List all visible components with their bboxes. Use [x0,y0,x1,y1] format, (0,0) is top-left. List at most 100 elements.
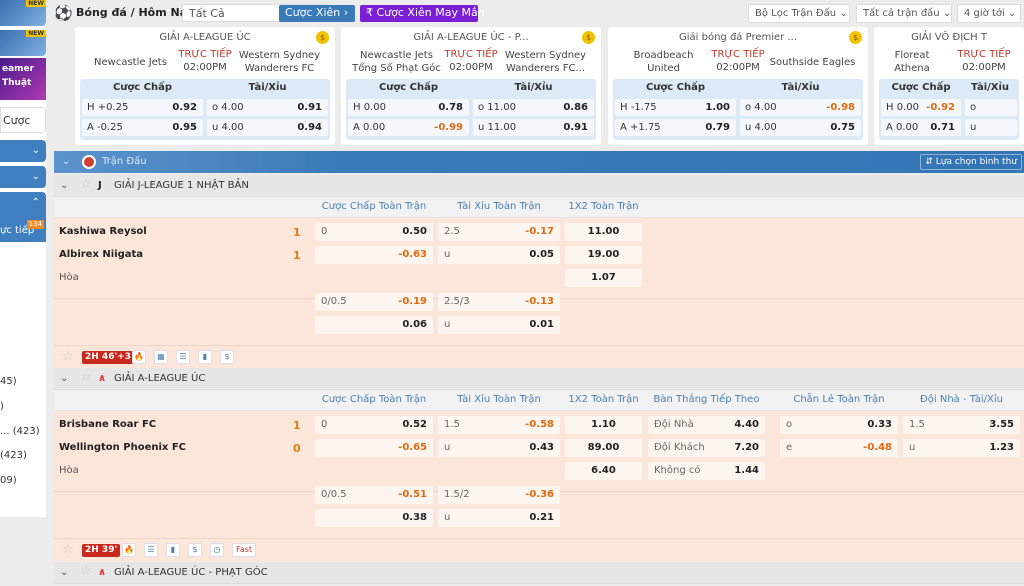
favorite-star-icon[interactable]: ☆ [62,349,74,364]
1x2-odds-cell[interactable]: 1.10 [565,416,642,434]
column-header: Cược Chấp Toàn Trận [321,394,427,405]
handicap-odds-cell[interactable]: H +0.25 0.92 [82,99,203,116]
chevron-down-icon[interactable]: ⌄ [60,368,68,390]
top-bar: ⚽ Bóng đá / Hôm Nay Tất Cả⌄ Cược Xiên › … [54,0,1024,26]
handicap-odds-cell[interactable]: H 0.00 0.78 [348,99,469,116]
all-matches-dropdown[interactable]: Tất cả trận đấu ⌄ [856,4,952,23]
chevron-down-icon[interactable]: ⌄ [62,151,70,173]
over-under-odds-cell[interactable]: 2.5 -0.17 [438,223,560,241]
field-view-icon[interactable]: ▦ [154,350,168,364]
sidebar-count[interactable]: 45) [0,376,17,387]
cashout-icon: $ [849,31,862,44]
sidebar-count[interactable]: ) [0,401,4,412]
over-under-odds-cell[interactable]: u [965,119,1017,136]
scoreboard-icon[interactable]: ☰ [176,350,190,364]
over-under-odds-cell[interactable]: u 0.21 [438,509,560,527]
handicap-odds-cell[interactable]: 0.06 [315,316,433,334]
handicap-odds-cell[interactable]: 0.38 [315,509,433,527]
over-under-odds-cell[interactable]: u 0.05 [438,246,560,264]
home-over-under-odds-cell[interactable]: 1.5 3.55 [903,416,1020,434]
league-header[interactable]: ⌄ ☆ ∧ GIẢI A-LEAGUE ÚC - PHẠT GÓC [54,562,1024,584]
promo-banner-1[interactable]: NEW [0,0,46,26]
handicap-odds-cell[interactable]: A 0.00 -0.99 [348,119,469,136]
favorite-star-icon[interactable]: ☆ [80,174,92,196]
stats-icon[interactable]: ▮ [166,543,180,557]
league-header[interactable]: ⌄ ☆ J GIẢI J-LEAGUE 1 NHẬT BẢN [54,175,1024,197]
sidebar-count[interactable]: (423) [0,450,27,461]
handicap-odds-cell[interactable]: 0 0.50 [315,223,433,241]
handicap-odds-cell[interactable]: A -0.25 0.95 [82,119,203,136]
featured-match-card[interactable]: Giải bóng đá Premier ... $ Broadbeach Un… [608,27,868,145]
favorite-star-icon[interactable]: ☆ [80,367,92,389]
sidebar-expand-2[interactable]: ⌄ [0,166,46,188]
over-under-odds-cell[interactable]: 2.5/3 -0.13 [438,293,560,311]
handicap-odds-cell[interactable]: H -1.75 1.00 [615,99,736,116]
stats-icon[interactable]: ▮ [198,350,212,364]
live-stream-icon[interactable]: 🔥 [132,350,146,364]
cashout-icon[interactable]: $ [188,543,202,557]
handicap-odds-cell[interactable]: 0/0.5 -0.51 [315,486,433,504]
over-under-odds-cell[interactable]: u 11.00 0.91 [473,119,594,136]
handicap-odds-cell[interactable]: -0.63 [315,246,433,264]
over-under-odds-cell[interactable]: o 4.00 -0.98 [740,99,861,116]
odd-even-odds-cell[interactable]: o 0.33 [780,416,898,434]
odd-even-odds-cell[interactable]: e -0.48 [780,439,898,457]
handicap-odds-cell[interactable]: 0 0.52 [315,416,433,434]
match-filter-dropdown[interactable]: Bộ Lọc Trận Đấu ⌄ [748,4,850,23]
fast-button[interactable]: Fast [232,543,256,557]
1x2-odds-cell[interactable]: 11.00 [565,223,642,241]
next-goal-odds-cell[interactable]: Đội Nhà 4.40 [648,416,765,434]
chevron-down-icon[interactable]: ⌄ [60,562,68,584]
sidebar-count[interactable]: 09) [0,475,17,486]
league-logo-icon: J [98,180,102,191]
home-over-under-odds-cell[interactable]: u 1.23 [903,439,1020,457]
streamer-banner[interactable]: eamer Thuật [0,58,46,100]
over-under-odds-cell[interactable]: o 4.00 0.91 [207,99,328,116]
promo-banner-2[interactable]: NEW [0,30,46,56]
sidebar-count[interactable]: ... (423) [0,426,40,437]
card-league: GIẢI A-LEAGUE ÚC [159,32,251,43]
history-icon[interactable]: ◷ [210,543,224,557]
sidebar-expand-1[interactable]: ⌄ [0,140,46,162]
parlay-button[interactable]: Cược Xiên › [279,5,355,22]
handicap-odds-cell[interactable]: A +1.75 0.79 [615,119,736,136]
next-goal-odds-cell[interactable]: Đội Khách 7.20 [648,439,765,457]
handicap-odds-cell[interactable]: 0/0.5 -0.19 [315,293,433,311]
handicap-odds-cell[interactable]: -0.65 [315,439,433,457]
chevron-down-icon[interactable]: ⌄ [60,175,68,197]
favorite-star-icon[interactable]: ☆ [80,561,92,583]
cashout-icon[interactable]: $ [220,350,234,364]
live-time-badge: 2H 46'+3 [82,351,135,364]
bet-search-box[interactable]: Cược [0,107,46,133]
match-time: 02:00PM [449,62,493,73]
draw-label: Hòa [59,465,79,476]
league-header[interactable]: ⌄ ☆ ∧ GIẢI A-LEAGUE ÚC [54,368,1024,390]
featured-match-card[interactable]: GIẢI A-LEAGUE ÚC $ Newcastle Jets TRỰC T… [75,27,335,145]
over-under-odds-cell[interactable]: u 0.01 [438,316,560,334]
handicap-odds-cell[interactable]: H 0.00 -0.92 [881,99,961,116]
sidebar-live[interactable]: ực tiếp 134 ⌃ [0,192,46,242]
over-under-odds-cell[interactable]: u 4.00 0.75 [740,119,861,136]
over-under-odds-cell[interactable]: 1.5/2 -0.36 [438,486,560,504]
featured-match-card[interactable]: GIẢI VÔ ĐỊCH T $ Floreat Athena TRỰC TIẾ… [874,27,1024,145]
home-team: Brisbane Roar FC [59,419,157,430]
next-goal-odds-cell[interactable]: Không có 1.44 [648,462,765,480]
sort-options-button[interactable]: ⇵ Lựa chọn bình thư [920,154,1022,170]
handicap-odds-cell[interactable]: A 0.00 0.71 [881,119,961,136]
1x2-odds-cell[interactable]: 1.07 [565,269,642,287]
featured-match-card[interactable]: GIẢI A-LEAGUE ÚC - P... $ Newcastle Jets… [341,27,601,145]
over-under-odds-cell[interactable]: o [965,99,1017,116]
live-stream-icon[interactable]: 🔥 [122,543,136,557]
time-range-dropdown[interactable]: 4 giờ tới ⌄ [957,4,1021,23]
1x2-odds-cell[interactable]: 6.40 [565,462,642,480]
over-under-odds-cell[interactable]: 1.5 -0.58 [438,416,560,434]
scoreboard-icon[interactable]: ☰ [144,543,158,557]
1x2-odds-cell[interactable]: 19.00 [565,246,642,264]
favorite-star-icon[interactable]: ☆ [62,542,74,557]
card-away-team: Southside Eagles [769,56,856,68]
1x2-odds-cell[interactable]: 89.00 [565,439,642,457]
over-under-odds-cell[interactable]: o 11.00 0.86 [473,99,594,116]
over-under-odds-cell[interactable]: u 0.43 [438,439,560,457]
over-under-odds-cell[interactable]: u 4.00 0.94 [207,119,328,136]
lucky-parlay-button[interactable]: ₹ Cược Xiên May Mắn [360,5,485,22]
